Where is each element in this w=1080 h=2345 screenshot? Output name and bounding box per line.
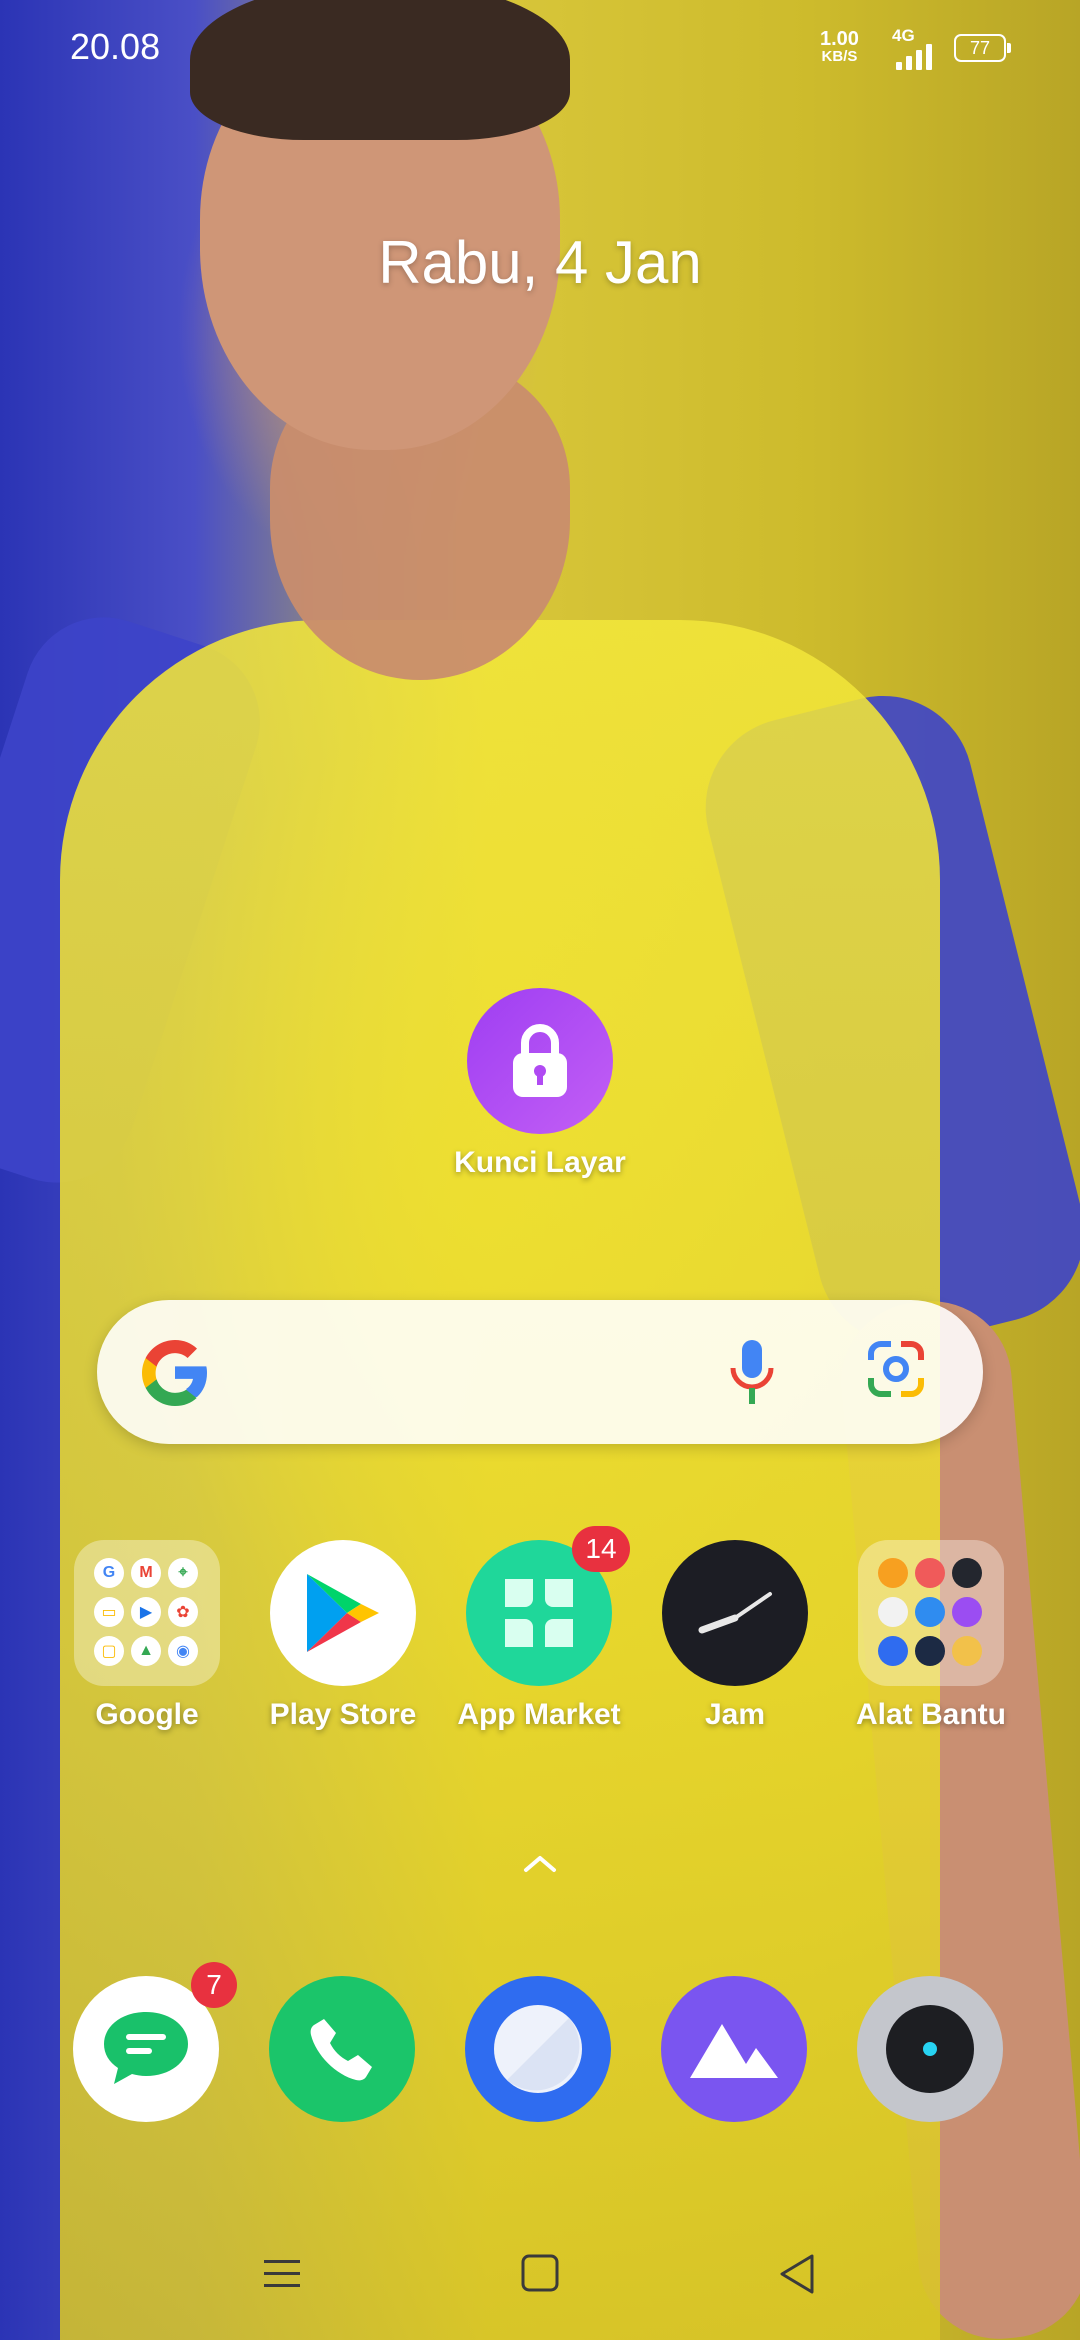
app-app-market[interactable]: 14 App Market (441, 1526, 637, 1732)
google-search-bar[interactable] (97, 1300, 983, 1444)
folder-icon: G M ⌖ ▭ ▶ ✿ ▢ ▲ ◉ (74, 1540, 220, 1686)
lock-mini-icon (952, 1597, 982, 1627)
contacts-mini-icon (878, 1558, 908, 1588)
clock-icon (662, 1540, 808, 1686)
signal-icon (896, 44, 932, 70)
mic-icon[interactable] (727, 1338, 777, 1408)
folder-icon (858, 1540, 1004, 1686)
google-g-icon (142, 1340, 207, 1406)
message-icon (104, 2012, 188, 2084)
browser-icon (494, 2005, 582, 2093)
back-icon[interactable] (780, 2254, 814, 2294)
wallpaper-hair (190, 0, 570, 140)
dock-messages[interactable]: 7 (73, 1962, 237, 2122)
files-mini-icon (915, 1597, 945, 1627)
app-play-store[interactable]: Play Store (245, 1540, 441, 1732)
recorder-mini-icon (915, 1558, 945, 1588)
battery-icon: 77 (954, 34, 1011, 62)
status-time: 20.08 (70, 26, 161, 67)
weather-mini-icon (915, 1636, 945, 1666)
dock-browser[interactable] (465, 1976, 611, 2122)
app-label: Google (95, 1698, 199, 1731)
app-label: Jam (704, 1698, 766, 1731)
lock-screen-label: Kunci Layar (454, 1146, 626, 1179)
folder-mini-icon: ▭ (94, 1597, 124, 1627)
folder-mini-icon: ▲ (131, 1636, 161, 1666)
photos-mini-icon (952, 1636, 982, 1666)
folder-mini-icon: M (131, 1558, 161, 1588)
folder-mini-icon: ◉ (168, 1636, 198, 1666)
app-market-icon: 14 (466, 1526, 630, 1686)
gallery-icon (690, 2024, 778, 2078)
camera-icon (886, 2005, 974, 2093)
folder-mini-icon: ▶ (131, 1597, 161, 1627)
home-icon[interactable] (521, 2254, 559, 2292)
lock-icon (467, 988, 613, 1134)
date-widget[interactable]: Rabu, 4 Jan (0, 228, 1080, 297)
folder-mini-icon: G (94, 1558, 124, 1588)
play-store-icon (270, 1540, 416, 1686)
notification-badge: 14 (572, 1526, 630, 1572)
app-label: Alat Bantu (856, 1698, 1006, 1731)
navigation-bar (264, 2254, 814, 2294)
network-speed-unit: KB/S (821, 48, 858, 65)
dock-camera[interactable] (857, 1976, 1003, 2122)
network-speed-value: 1.00 (820, 28, 859, 50)
lock-screen-shortcut[interactable]: Kunci Layar (440, 988, 640, 1180)
menu-icon[interactable] (264, 2260, 300, 2287)
folder-mini-icon: ⌖ (168, 1558, 198, 1588)
app-google-folder[interactable]: G M ⌖ ▭ ▶ ✿ ▢ ▲ ◉ Google (49, 1540, 245, 1732)
network-speed: 1.00 KB/S (820, 28, 859, 66)
app-clock[interactable]: Jam (637, 1540, 833, 1732)
phone-icon (310, 2019, 372, 2081)
app-alat-bantu-folder[interactable]: Alat Bantu (833, 1540, 1029, 1732)
chevron-up-icon[interactable] (520, 1852, 560, 1876)
dock-phone[interactable] (269, 1976, 415, 2122)
google-lens-icon[interactable] (863, 1336, 929, 1402)
app-label: Play Store (269, 1698, 417, 1731)
notification-badge: 7 (191, 1962, 237, 2008)
app-label: App Market (457, 1698, 621, 1731)
folder-mini-icon: ✿ (168, 1597, 198, 1627)
compass-mini-icon (952, 1558, 982, 1588)
calculator-mini-icon (878, 1597, 908, 1627)
dock-gallery[interactable] (661, 1976, 807, 2122)
tools-mini-icon (878, 1636, 908, 1666)
network-type: 4G (892, 26, 915, 45)
folder-mini-icon: ▢ (94, 1636, 124, 1666)
